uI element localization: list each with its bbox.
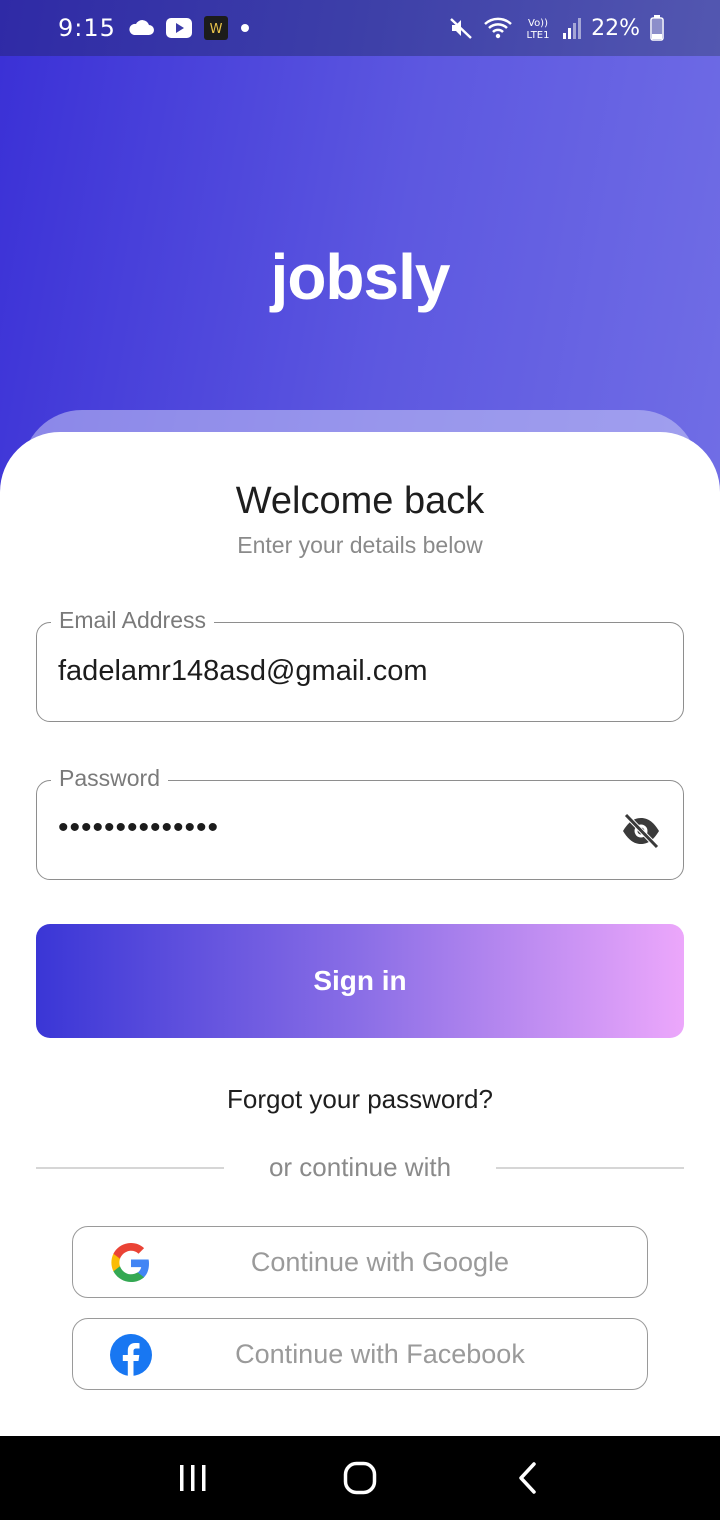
sign-in-button[interactable]: Sign in <box>36 924 684 1038</box>
password-label: Password <box>51 765 168 792</box>
home-icon[interactable] <box>330 1448 390 1508</box>
status-time: 9:15 <box>58 14 116 42</box>
mute-icon <box>449 16 473 40</box>
app-logo-title: jobsly <box>270 241 451 313</box>
google-sign-in-button[interactable]: Continue with Google <box>72 1226 648 1298</box>
google-icon <box>109 1241 153 1285</box>
back-icon[interactable] <box>497 1448 557 1508</box>
facebook-sign-in-button[interactable]: Continue with Facebook <box>72 1318 648 1390</box>
cloud-icon <box>128 20 154 36</box>
recent-apps-icon[interactable] <box>163 1448 223 1508</box>
welcome-title: Welcome back <box>235 480 485 522</box>
w-app-icon: W <box>203 16 228 40</box>
wifi-icon <box>483 16 513 40</box>
battery-icon <box>650 15 664 41</box>
facebook-button-label: Continue with Facebook <box>235 1338 525 1369</box>
svg-text:W: W <box>209 22 222 37</box>
signal-icon <box>563 17 582 39</box>
divider-line-right <box>496 1167 684 1169</box>
youtube-icon <box>165 18 192 38</box>
google-button-label: Continue with Google <box>250 1246 510 1277</box>
forgot-password-link[interactable]: Forgot your password? <box>0 1084 720 1115</box>
status-bar: 9:15 W Vo)) LTE1 22% <box>0 0 720 56</box>
svg-text:LTE1: LTE1 <box>527 30 550 41</box>
svg-text:Vo)): Vo)) <box>528 18 548 29</box>
login-card: Welcome back Enter your details below Em… <box>0 432 720 1436</box>
facebook-icon <box>109 1333 153 1377</box>
email-input[interactable] <box>58 655 618 688</box>
system-navigation-bar <box>0 1436 720 1520</box>
login-screen: 9:15 W Vo)) LTE1 22% jobsly Welcome back… <box>0 0 720 1520</box>
email-label: Email Address <box>51 607 215 634</box>
email-field[interactable]: Email Address <box>36 607 684 722</box>
battery-percent: 22% <box>591 15 640 41</box>
eye-off-icon[interactable] <box>621 813 661 849</box>
password-field[interactable]: Password •••••••••••••• <box>36 765 684 880</box>
dot-icon <box>240 23 250 33</box>
volte-lte-icon: Vo)) LTE1 <box>523 15 553 41</box>
welcome-subtitle: Enter your details below <box>237 532 483 558</box>
password-input[interactable]: •••••••••••••• <box>58 811 618 845</box>
